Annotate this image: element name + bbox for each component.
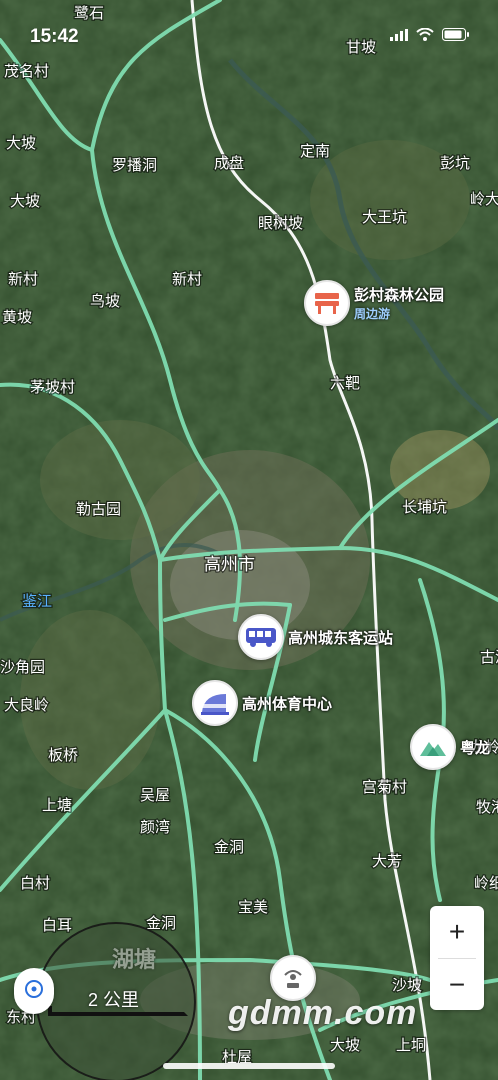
zoom-out-button[interactable]: − <box>430 959 484 1011</box>
place-label: 沙坡 <box>392 977 422 994</box>
scale-indicator: 2 公里 <box>36 922 196 1080</box>
place-label: 金洞 <box>214 839 244 856</box>
zoom-controls: + − <box>430 906 484 1010</box>
place-label: 茂名村 <box>4 63 49 80</box>
poi-park-label: 彭村森林公园 <box>354 287 445 304</box>
place-label: 长埔坑 <box>402 499 447 516</box>
place-label: 大王坑 <box>362 209 407 226</box>
poi-park-tag: 周边游 <box>354 307 391 321</box>
bus-icon[interactable] <box>238 614 284 660</box>
place-label: 鹭石 <box>74 5 104 22</box>
place-label: 板桥 <box>48 746 78 764</box>
place-label: 新村 <box>8 271 38 288</box>
zoom-in-button[interactable]: + <box>430 906 484 958</box>
place-label: 古港 <box>480 649 498 666</box>
place-label: 彭坑 <box>440 155 470 172</box>
place-label: 新村 <box>172 271 202 288</box>
place-label: 大坡 <box>6 135 36 152</box>
place-label: 甘坡 <box>346 39 376 56</box>
place-label: 牧港 <box>476 799 498 816</box>
place-label: 定南 <box>300 143 330 160</box>
place-label: 大芳 <box>372 853 402 870</box>
poi-mountain-label: 粤龙 <box>460 739 491 757</box>
place-label: 上塘 <box>42 797 72 814</box>
scale-bar <box>48 1006 188 1016</box>
home-indicator[interactable] <box>163 1063 335 1069</box>
place-label: 茅坡村 <box>30 379 75 396</box>
watermark: gdmm.com <box>228 994 418 1032</box>
poi-mountain[interactable]: 粤龙 <box>410 724 490 770</box>
place-label: 大良岭 <box>4 697 49 714</box>
locate-button[interactable] <box>14 968 54 1014</box>
place-label: 岭细 <box>474 875 498 892</box>
place-label: 宝美 <box>238 899 268 916</box>
bench-icon[interactable] <box>304 280 350 326</box>
place-labels: 鹭石 甘坡 茂名村 大坡 罗播洞 成盘 定南 彭坑 大坡 眼树坡 大王坑 新村 … <box>0 4 498 1068</box>
place-label: 岭大坡 <box>470 191 498 208</box>
poi-stadium[interactable]: 高州体育中心 <box>192 680 332 726</box>
place-label: 白村 <box>20 875 50 892</box>
place-label: 鸟坡 <box>90 293 120 310</box>
place-label: 六靶 <box>330 375 360 392</box>
city-label: 高州市 <box>204 555 255 574</box>
place-label: 成盘 <box>214 154 244 172</box>
compass-icon <box>24 979 44 1004</box>
place-label: 眼树坡 <box>258 215 303 232</box>
stadium-icon[interactable] <box>192 680 238 726</box>
place-label: 上垌 <box>396 1037 426 1054</box>
poi-stadium-label: 高州体育中心 <box>242 695 333 713</box>
place-label: 宫菊村 <box>362 779 407 796</box>
place-label: 沙角园 <box>0 659 45 676</box>
place-label: 白耳 <box>42 917 72 934</box>
place-label: 黄坡 <box>2 309 32 326</box>
poi-park[interactable]: 彭村森林公园 周边游 <box>304 280 444 326</box>
place-label: 吴屋 <box>140 787 170 804</box>
place-label: 勒古园 <box>76 501 121 518</box>
place-label: 大坡 <box>330 1037 360 1054</box>
poi-bus-station-label: 高州城东客运站 <box>288 629 394 647</box>
place-label: 罗播洞 <box>112 157 157 174</box>
river-label: 鉴江 <box>22 593 52 610</box>
place-label: 颜湾 <box>140 819 170 836</box>
poi-bus-station[interactable]: 高州城东客运站 <box>238 614 393 660</box>
place-label: 大坡 <box>10 193 40 210</box>
mountain-icon[interactable] <box>410 724 456 770</box>
